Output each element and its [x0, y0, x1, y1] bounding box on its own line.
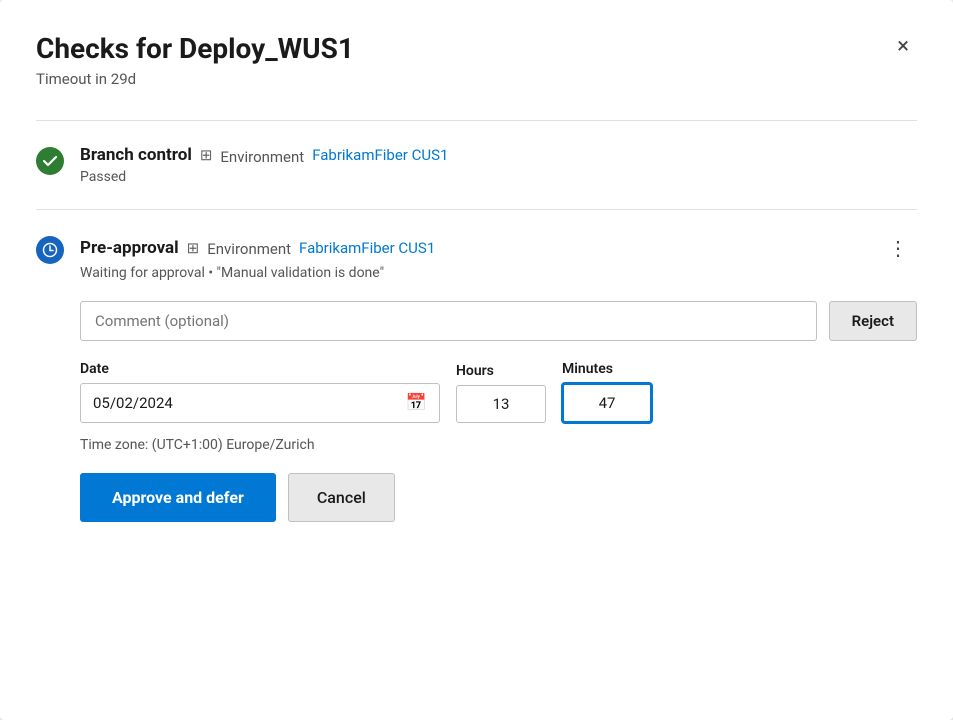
modal-subtitle: Timeout in 29d: [36, 70, 354, 88]
branch-control-env-link[interactable]: FabrikamFiber CUS1: [312, 146, 448, 164]
branch-control-item: Branch control ⊞ Environment FabrikamFib…: [36, 145, 917, 185]
calendar-icon[interactable]: 📅: [406, 393, 427, 413]
pre-approval-name: Pre-approval: [80, 238, 179, 258]
pending-icon: [36, 236, 64, 264]
approval-form: Reject Date 📅 Hours: [80, 301, 917, 522]
comment-input[interactable]: [80, 301, 817, 341]
pre-approval-section: Pre-approval ⊞ Environment FabrikamFiber…: [36, 209, 917, 546]
hours-input[interactable]: [456, 385, 546, 423]
modal-title-block: Checks for Deploy_WUS1 Timeout in 29d: [36, 32, 354, 88]
passed-icon: [36, 147, 64, 175]
pre-approval-item: Pre-approval ⊞ Environment FabrikamFiber…: [36, 234, 917, 522]
branch-control-env-prefix: Environment: [220, 148, 304, 166]
date-time-row: Date 📅 Hours Minutes: [80, 361, 917, 423]
date-field-group: Date 📅: [80, 361, 440, 423]
minutes-label: Minutes: [562, 361, 652, 377]
comment-reject-row: Reject: [80, 301, 917, 341]
pre-approval-title-row: Pre-approval ⊞ Environment FabrikamFiber…: [80, 234, 917, 262]
pre-approval-env-prefix: Environment: [207, 240, 291, 258]
action-buttons-row: Approve and defer Cancel: [80, 473, 917, 522]
pre-approval-env-link[interactable]: FabrikamFiber CUS1: [299, 239, 435, 257]
close-button[interactable]: ×: [889, 32, 917, 62]
reject-button[interactable]: Reject: [829, 301, 917, 341]
timezone-text: Time zone: (UTC+1:00) Europe/Zurich: [80, 437, 917, 453]
date-label: Date: [80, 361, 440, 377]
cancel-button[interactable]: Cancel: [288, 473, 395, 522]
hours-label: Hours: [456, 363, 546, 379]
pre-approval-content: Pre-approval ⊞ Environment FabrikamFiber…: [80, 234, 917, 522]
pre-approval-status: Waiting for approval • "Manual validatio…: [80, 265, 917, 281]
approve-defer-button[interactable]: Approve and defer: [80, 473, 276, 522]
pre-approval-env-icon: ⊞: [187, 239, 200, 257]
hours-field-group: Hours: [456, 363, 546, 423]
modal-title: Checks for Deploy_WUS1: [36, 32, 354, 66]
minutes-input[interactable]: [562, 383, 652, 423]
date-input-wrapper[interactable]: 📅: [80, 383, 440, 423]
branch-control-status: Passed: [80, 169, 917, 185]
branch-control-name: Branch control: [80, 145, 192, 165]
clock-icon: [42, 242, 58, 258]
modal-header: Checks for Deploy_WUS1 Timeout in 29d ×: [36, 32, 917, 88]
branch-control-env-icon: ⊞: [200, 146, 213, 164]
more-options-button[interactable]: ⋮: [880, 234, 917, 262]
branch-control-section: Branch control ⊞ Environment FabrikamFib…: [36, 120, 917, 209]
date-input[interactable]: [93, 394, 398, 412]
checkmark-icon: [42, 153, 58, 169]
branch-control-content: Branch control ⊞ Environment FabrikamFib…: [80, 145, 917, 185]
minutes-field-group: Minutes: [562, 361, 652, 423]
branch-control-title-row: Branch control ⊞ Environment FabrikamFib…: [80, 145, 917, 166]
checks-modal: Checks for Deploy_WUS1 Timeout in 29d × …: [0, 0, 953, 720]
